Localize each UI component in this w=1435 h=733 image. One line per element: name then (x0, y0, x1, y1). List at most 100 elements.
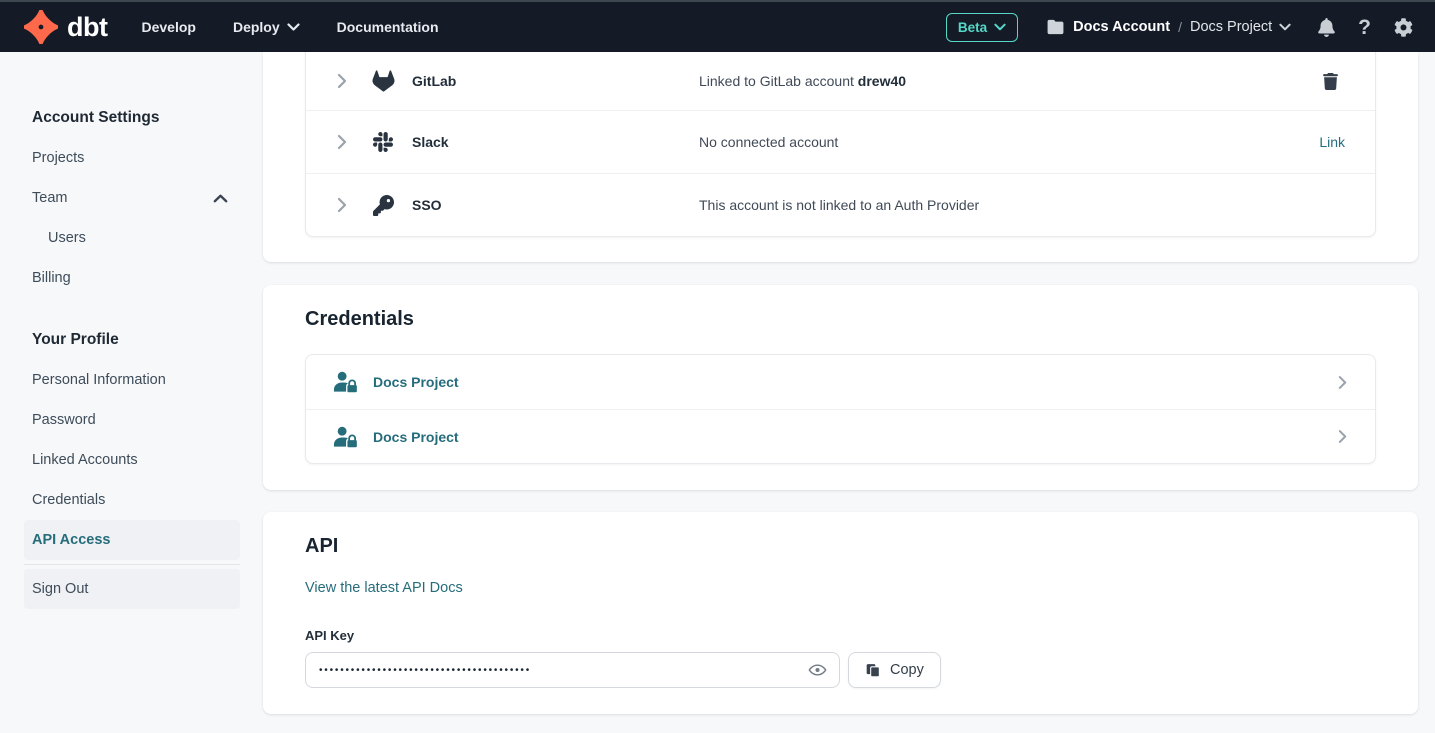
slack-icon (371, 132, 395, 152)
linked-account-status: This account is not linked to an Auth Pr… (699, 197, 1345, 213)
gitlab-icon (371, 70, 395, 92)
api-title: API (305, 535, 1376, 558)
chevron-down-icon (287, 23, 300, 31)
copy-button-label: Copy (890, 662, 924, 678)
sidebar-item-billing[interactable]: Billing (24, 258, 240, 298)
sidebar-item-sign-out-label: Sign Out (32, 581, 88, 597)
sidebar-item-users[interactable]: Users (24, 218, 240, 258)
credential-row[interactable]: Docs Project (306, 355, 1375, 409)
linked-account-status: Linked to GitLab account drew40 (699, 73, 1323, 89)
nav-item-deploy-label: Deploy (233, 19, 280, 35)
chevron-down-icon (1279, 23, 1291, 31)
status-text: Linked to GitLab account (699, 73, 858, 89)
breadcrumb-project-label: Docs Project (1190, 19, 1272, 35)
sidebar-item-personal-information-label: Personal Information (32, 372, 166, 388)
api-docs-link[interactable]: View the latest API Docs (305, 580, 463, 596)
credentials-card: Credentials Docs Project (263, 285, 1418, 490)
key-icon (371, 195, 395, 216)
nav-item-develop[interactable]: Develop (141, 19, 195, 35)
nav-item-develop-label: Develop (141, 19, 195, 35)
trash-icon[interactable] (1323, 73, 1345, 90)
credentials-title: Credentials (305, 308, 1376, 331)
dbt-logo[interactable]: dbt (24, 10, 107, 44)
linked-account-name: Slack (412, 134, 449, 150)
status-username: drew40 (858, 73, 906, 89)
linked-account-name: GitLab (412, 73, 456, 89)
linked-account-row-left: SSO (306, 195, 699, 216)
settings-sidebar: Account Settings Projects Team Users Bil… (0, 52, 263, 609)
credential-project-label: Docs Project (373, 429, 459, 445)
notifications-bell-icon[interactable] (1318, 18, 1335, 37)
sidebar-item-billing-label: Billing (32, 270, 71, 286)
linked-account-status: No connected account (699, 134, 1319, 150)
sidebar-item-api-access[interactable]: API Access (24, 520, 240, 560)
chevron-down-icon (994, 23, 1006, 31)
copy-icon (865, 662, 881, 679)
sidebar-item-projects[interactable]: Projects (24, 138, 240, 178)
user-lock-icon (333, 426, 358, 448)
chevron-right-icon[interactable] (337, 134, 347, 150)
breadcrumb-separator: / (1178, 19, 1182, 35)
sidebar-item-personal-information[interactable]: Personal Information (24, 360, 240, 400)
main-content: GitLab Linked to GitLab account drew40 (263, 52, 1418, 714)
api-key-input-wrap (305, 652, 840, 688)
dbt-logo-icon (24, 10, 58, 44)
linked-account-row-slack: Slack No connected account Link (306, 110, 1375, 173)
help-icon[interactable]: ? (1358, 17, 1371, 38)
linked-accounts-table: GitLab Linked to GitLab account drew40 (305, 52, 1376, 237)
sidebar-item-users-label: Users (48, 230, 86, 246)
sidebar-divider (24, 564, 240, 565)
linked-account-action (1323, 73, 1375, 90)
linked-account-row-gitlab: GitLab Linked to GitLab account drew40 (306, 52, 1375, 110)
api-key-label: API Key (305, 628, 1376, 643)
link-account-button[interactable]: Link (1319, 134, 1345, 150)
top-navigation: dbt Develop Deploy Documentation Beta Do… (0, 0, 1435, 52)
credential-row[interactable]: Docs Project (306, 409, 1375, 463)
chevron-up-icon (213, 194, 228, 203)
nav-right: Beta Docs Account / Docs Project (946, 13, 1413, 42)
chevron-right-icon[interactable] (337, 197, 347, 213)
linked-account-row-sso: SSO This account is not linked to an Aut… (306, 173, 1375, 236)
eye-icon[interactable] (807, 660, 828, 680)
api-key-row: Copy (305, 652, 1376, 688)
sidebar-item-projects-label: Projects (32, 150, 84, 166)
linked-account-row-left: Slack (306, 132, 699, 152)
folder-icon (1046, 19, 1065, 35)
linked-account-row-left: GitLab (306, 70, 699, 92)
copy-button[interactable]: Copy (848, 652, 941, 688)
nav-menu: Develop Deploy Documentation (141, 19, 438, 35)
sidebar-heading-account-settings: Account Settings (32, 98, 263, 138)
gear-icon[interactable] (1394, 18, 1413, 37)
nav-item-documentation-label: Documentation (337, 19, 439, 35)
nav-item-deploy[interactable]: Deploy (233, 19, 300, 35)
chevron-right-icon[interactable] (337, 73, 347, 89)
breadcrumb-account[interactable]: Docs Account (1073, 19, 1170, 35)
nav-item-documentation[interactable]: Documentation (337, 19, 439, 35)
api-card: API View the latest API Docs API Key Cop… (263, 512, 1418, 714)
api-key-input[interactable] (305, 652, 840, 688)
linked-accounts-card: GitLab Linked to GitLab account drew40 (263, 52, 1418, 262)
sidebar-item-credentials[interactable]: Credentials (24, 480, 240, 520)
credentials-table: Docs Project Docs Project (305, 354, 1376, 464)
sidebar-item-password[interactable]: Password (24, 400, 240, 440)
sidebar-item-team-label: Team (32, 190, 67, 206)
sidebar-heading-your-profile: Your Profile (32, 320, 263, 360)
sidebar-item-team[interactable]: Team (24, 178, 240, 218)
beta-label: Beta (958, 20, 987, 35)
sidebar-item-sign-out[interactable]: Sign Out (24, 569, 240, 609)
breadcrumb-project-dropdown[interactable]: Docs Project (1190, 19, 1291, 35)
credential-project-label: Docs Project (373, 374, 459, 390)
chevron-right-icon (1338, 375, 1347, 390)
sidebar-item-linked-accounts[interactable]: Linked Accounts (24, 440, 240, 480)
chevron-right-icon (1338, 429, 1347, 444)
linked-account-name: SSO (412, 197, 442, 213)
sidebar-item-password-label: Password (32, 412, 96, 428)
beta-dropdown-button[interactable]: Beta (946, 13, 1018, 42)
nav-icon-group: ? (1318, 17, 1413, 38)
sidebar-item-credentials-label: Credentials (32, 492, 105, 508)
user-lock-icon (333, 371, 358, 393)
dbt-logo-text: dbt (67, 14, 107, 41)
sidebar-item-api-access-label: API Access (32, 532, 110, 548)
linked-account-action: Link (1319, 134, 1375, 150)
breadcrumb: Docs Account / Docs Project (1046, 19, 1291, 35)
